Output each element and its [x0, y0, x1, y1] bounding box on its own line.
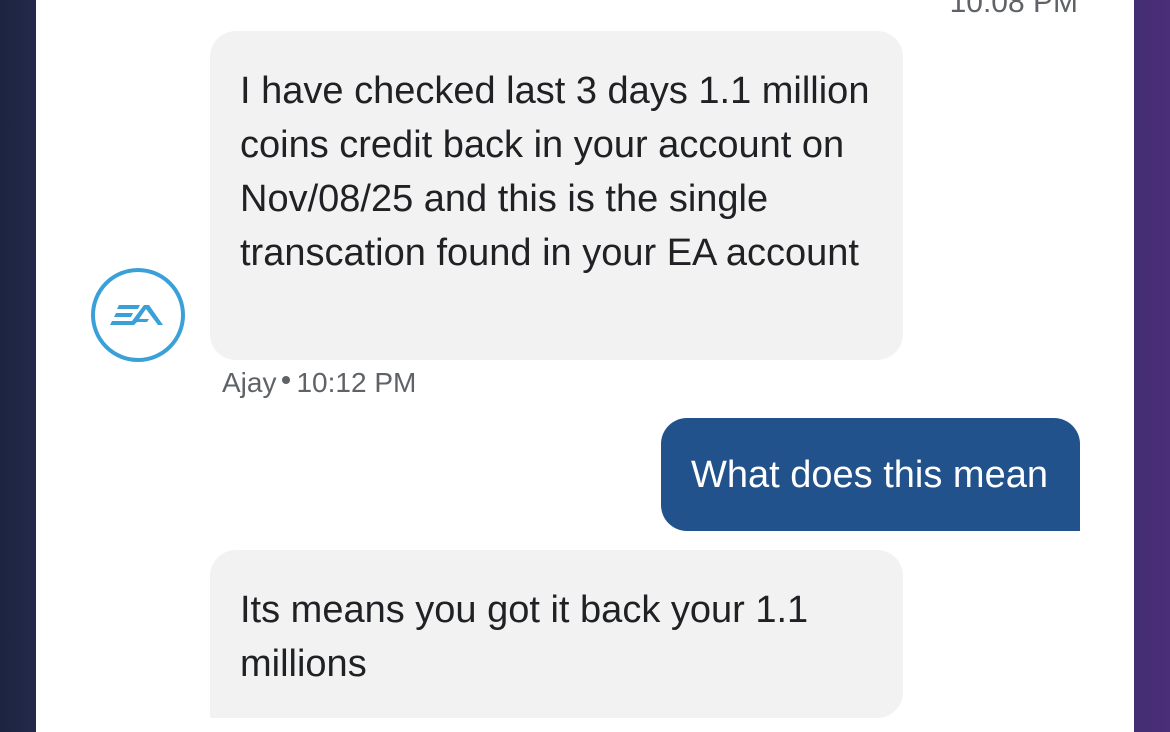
message-text: What does this mean [691, 454, 1048, 496]
separator-dot [282, 376, 291, 384]
agent-name: Ajay [222, 367, 277, 398]
ea-logo-icon [110, 305, 163, 325]
message-time: 10:12 PM [296, 367, 417, 398]
message-meta: Ajay 10:12 PM [222, 367, 416, 399]
chat-panel: 10:08 PM I have checked last 3 days 1.1 … [36, 0, 1134, 732]
agent-avatar [91, 268, 185, 362]
message-timestamp: 10:08 PM [949, 0, 1078, 19]
incoming-message-bubble[interactable]: Its means you got it back your 1.1 milli… [210, 550, 903, 718]
outgoing-message-bubble[interactable]: What does this mean [661, 418, 1080, 531]
message-text: I have checked last 3 days 1.1 million c… [240, 70, 870, 274]
message-text: Its means you got it back your 1.1 milli… [240, 589, 809, 685]
incoming-message-bubble[interactable]: I have checked last 3 days 1.1 million c… [210, 31, 903, 360]
